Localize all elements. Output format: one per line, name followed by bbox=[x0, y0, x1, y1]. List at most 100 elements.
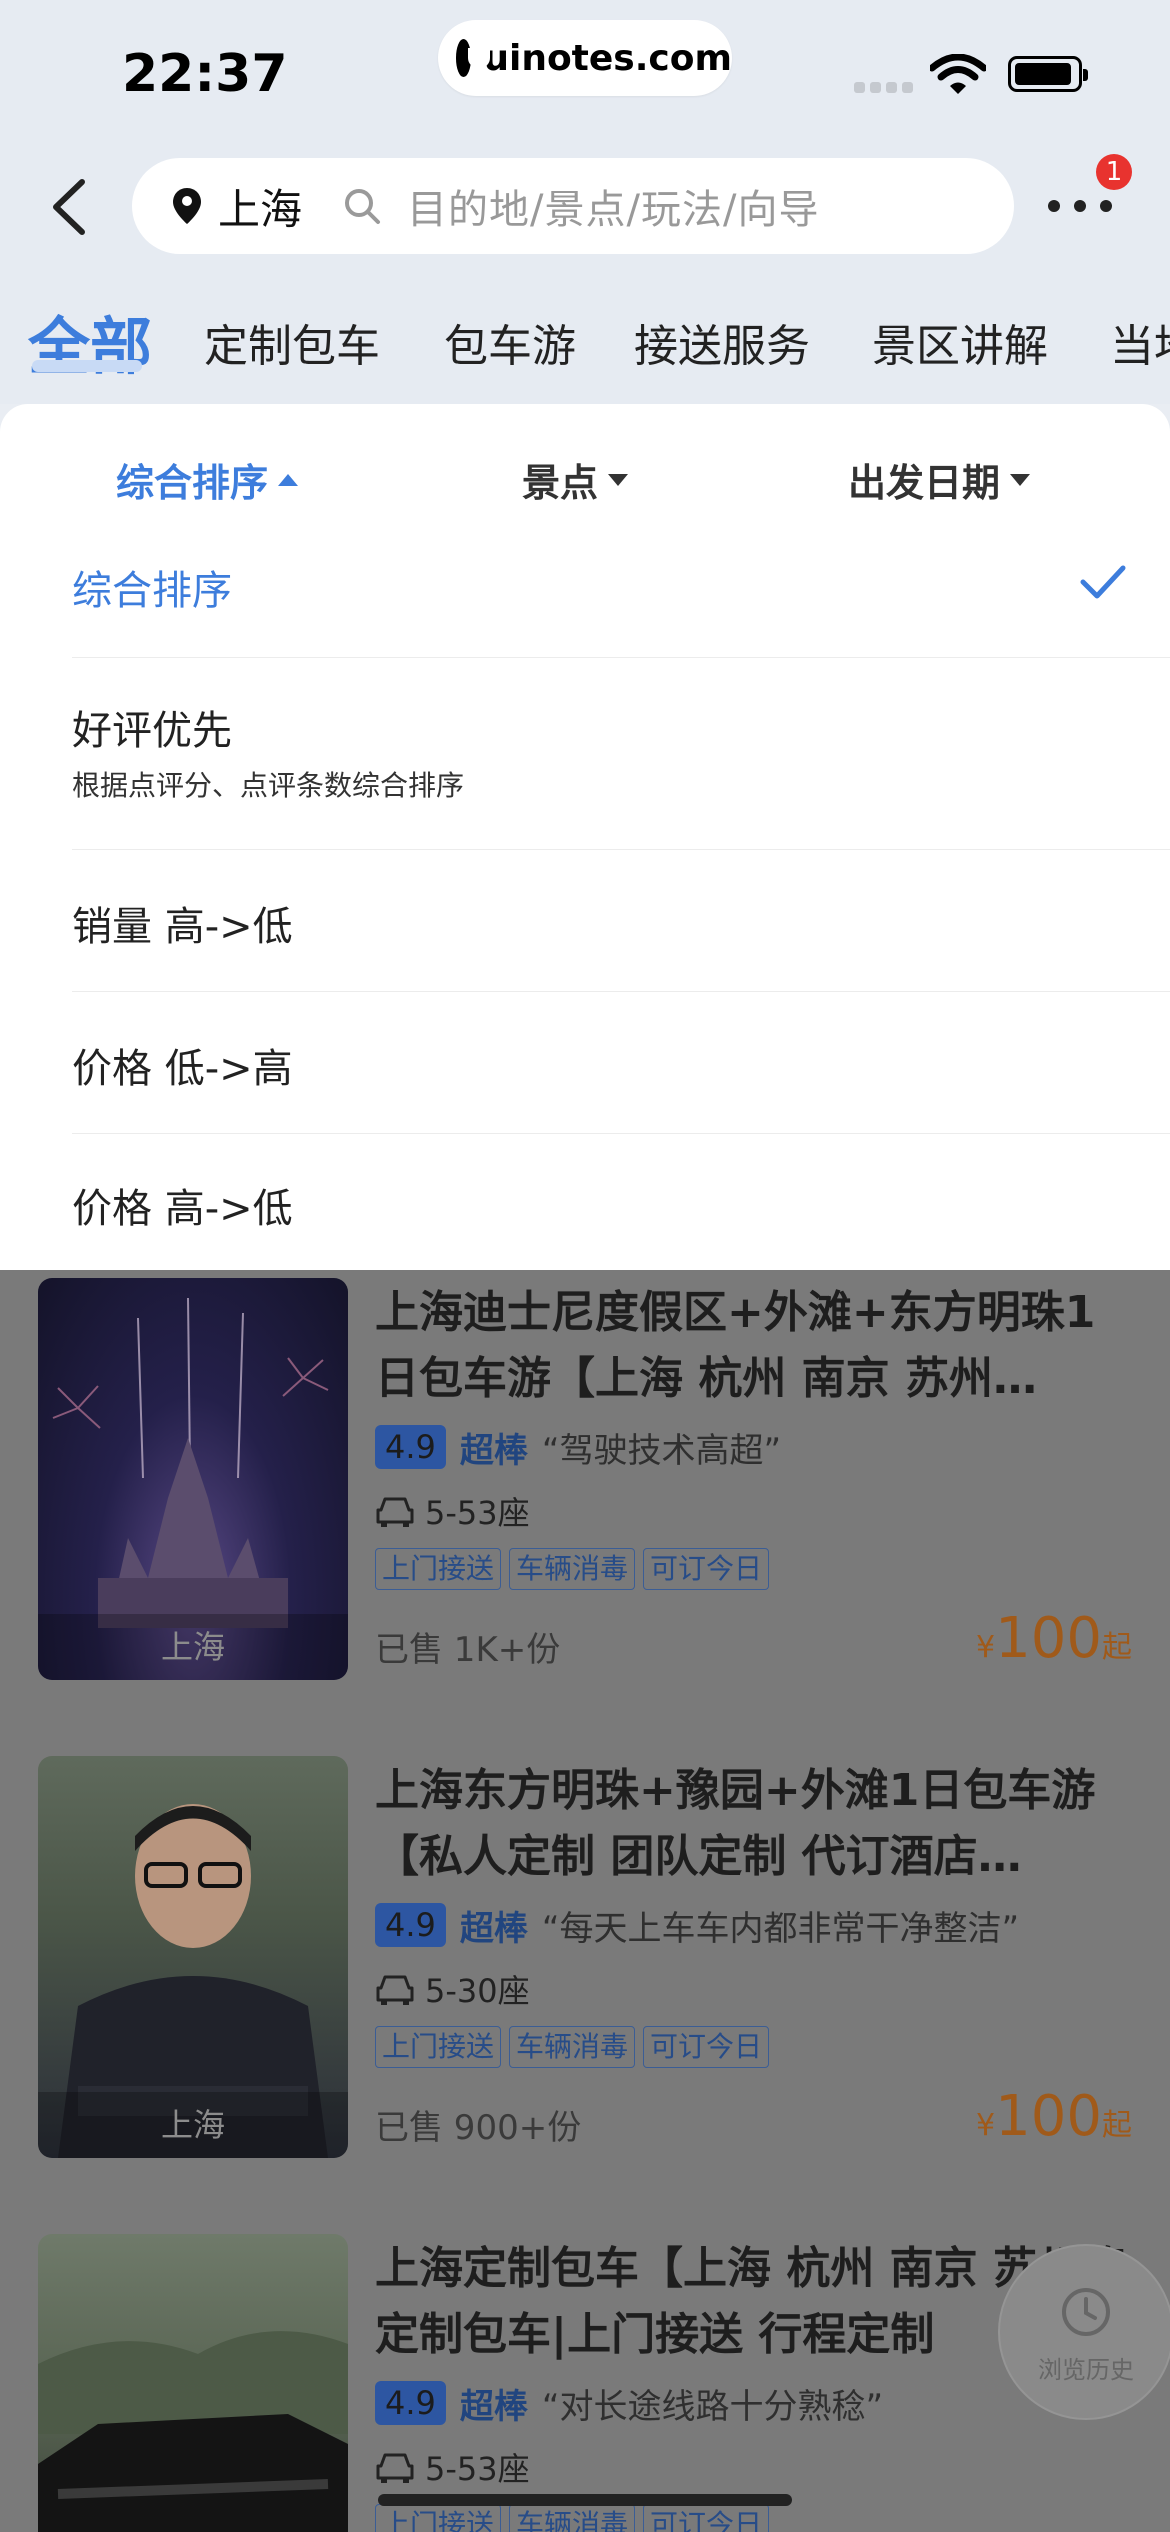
tags-row: 上门接送 车辆消毒 可订今日 bbox=[375, 1548, 777, 1590]
caret-down-icon bbox=[1010, 473, 1031, 486]
tag: 可订今日 bbox=[643, 1548, 770, 1590]
product-title[interactable]: 上海东方明珠+豫园+外滩1日包车游【私人定制 团队定制 代订酒店… bbox=[375, 1758, 1135, 1890]
tag: 车辆消毒 bbox=[509, 2504, 636, 2532]
price: ¥100起 bbox=[976, 1606, 1132, 1671]
rating-row: 4.9 超棒 “对长途线路十分熟稔” bbox=[375, 2380, 884, 2427]
active-tab-indicator bbox=[32, 360, 142, 372]
sort-option-label: 价格 低->高 bbox=[72, 1046, 293, 1092]
tab-scenic-guide[interactable]: 景区讲解 bbox=[872, 310, 1048, 374]
url-pill: uinotes.com bbox=[438, 20, 732, 96]
sort-option-label: 销量 高->低 bbox=[72, 904, 293, 950]
battery-icon bbox=[1008, 56, 1088, 92]
filter-tab-label: 综合排序 bbox=[116, 461, 269, 505]
seat-count: 5-53座 bbox=[425, 2450, 530, 2488]
sort-option-description: 根据点评分、点评条数综合排序 bbox=[72, 769, 465, 802]
score-badge: 4.9 bbox=[375, 2381, 446, 2425]
search-input[interactable]: 目的地/景点/玩法/向导 bbox=[407, 177, 819, 235]
tab-transfer[interactable]: 接送服务 bbox=[634, 310, 810, 374]
filter-tab-sort[interactable]: 综合排序 bbox=[116, 452, 299, 507]
tab-local[interactable]: 当地 bbox=[1110, 310, 1170, 374]
sort-option-label: 好评优先 bbox=[72, 708, 232, 754]
product-title[interactable]: 上海迪士尼度假区+外滩+东方明珠1日包车游【上海 杭州 南京 苏州… bbox=[375, 1280, 1135, 1412]
tag: 可订今日 bbox=[643, 2026, 770, 2068]
tag: 可订今日 bbox=[643, 2504, 770, 2532]
city-selector[interactable]: 上海 bbox=[218, 176, 302, 237]
score-badge: 4.9 bbox=[375, 1903, 446, 1947]
product-image: 上海 bbox=[38, 1278, 348, 1680]
location-pin-icon bbox=[173, 188, 201, 224]
car-icon bbox=[376, 1497, 414, 1527]
rating-text: 超棒 bbox=[459, 1430, 528, 1471]
seat-count: 5-30座 bbox=[425, 1972, 530, 2010]
signal-icon bbox=[902, 82, 913, 93]
sold-count: 已售 900+份 bbox=[375, 2108, 582, 2148]
rating-row: 4.9 超棒 “驾驶技术高超” bbox=[375, 1424, 782, 1471]
rating-text: 超棒 bbox=[459, 1908, 528, 1949]
clock-icon bbox=[1062, 2288, 1110, 2336]
url-text: uinotes.com bbox=[483, 37, 732, 79]
sort-option-price-desc[interactable]: 价格 高->低 bbox=[72, 1134, 1170, 1270]
wifi-icon bbox=[930, 54, 986, 94]
car-icon bbox=[376, 2453, 414, 2483]
image-caption: 上海 bbox=[38, 2092, 348, 2158]
review-quote: “驾驶技术高超” bbox=[541, 1430, 782, 1471]
score-badge: 4.9 bbox=[375, 1425, 446, 1469]
uinotes-logo-icon bbox=[456, 39, 491, 77]
tag: 上门接送 bbox=[375, 2026, 502, 2068]
sort-option-price-asc[interactable]: 价格 低->高 bbox=[72, 992, 1170, 1134]
currency: ¥ bbox=[976, 1630, 996, 1665]
filter-tab-label: 景点 bbox=[522, 461, 599, 505]
tab-all[interactable]: 全部 bbox=[28, 296, 152, 386]
signal-icon bbox=[854, 82, 865, 93]
notification-badge: 1 bbox=[1096, 154, 1132, 190]
sort-option-sales-desc[interactable]: 销量 高->低 bbox=[72, 850, 1170, 992]
car-photo-image bbox=[38, 2331, 348, 2532]
filter-tab-departure-date[interactable]: 出发日期 bbox=[848, 452, 1031, 507]
category-tab-bar: 全部 定制包车 包车游 接送服务 景区讲解 当地 bbox=[0, 264, 1170, 404]
signal-icon bbox=[870, 82, 881, 93]
price-value: 100 bbox=[995, 1606, 1102, 1671]
history-label: 浏览历史 bbox=[1038, 2356, 1134, 2384]
rating-text: 超棒 bbox=[459, 2386, 528, 2427]
image-caption: 上海 bbox=[38, 1614, 348, 1680]
browse-history-button[interactable]: 浏览历史 bbox=[998, 2244, 1170, 2420]
price-value: 100 bbox=[995, 2084, 1102, 2149]
tag: 上门接送 bbox=[375, 1548, 502, 1590]
product-image bbox=[38, 2234, 348, 2532]
product-image: 上海 bbox=[38, 1756, 348, 2158]
more-icon[interactable] bbox=[1046, 198, 1114, 214]
review-quote: “对长途线路十分熟稔” bbox=[541, 2386, 884, 2427]
status-time: 22:37 bbox=[122, 44, 288, 104]
search-icon bbox=[345, 189, 381, 224]
tags-row: 上门接送 车辆消毒 可订今日 bbox=[375, 2026, 777, 2068]
sold-count: 已售 1K+份 bbox=[375, 1630, 561, 1670]
caret-up-icon bbox=[278, 473, 299, 486]
currency: ¥ bbox=[976, 2108, 996, 2143]
sort-dropdown-panel: 综合排序 景点 出发日期 综合排序 好评优先 根据点评分、点评条数综合排序 销量… bbox=[0, 404, 1170, 1270]
back-arrow-icon[interactable] bbox=[46, 178, 92, 236]
price-suffix: 起 bbox=[1102, 2108, 1132, 2143]
filter-tab-label: 出发日期 bbox=[848, 461, 1001, 505]
sort-option-label: 价格 高->低 bbox=[72, 1186, 293, 1232]
tab-custom-charter[interactable]: 定制包车 bbox=[204, 310, 380, 374]
search-bar[interactable]: 上海 目的地/景点/玩法/向导 bbox=[132, 158, 1014, 254]
price: ¥100起 bbox=[976, 2084, 1132, 2149]
check-icon bbox=[1080, 565, 1126, 599]
seat-count: 5-53座 bbox=[425, 1494, 530, 1532]
rating-row: 4.9 超棒 “每天上车车内都非常干净整洁” bbox=[375, 1902, 1020, 1949]
sort-option-default[interactable]: 综合排序 bbox=[72, 538, 1170, 658]
product-list: 上海 上海迪士尼度假区+外滩+东方明珠1日包车游【上海 杭州 南京 苏州… 4.… bbox=[0, 1270, 1170, 2532]
tags-row: 上门接送 车辆消毒 可订今日 bbox=[375, 2504, 777, 2532]
seat-row: 5-53座 bbox=[375, 1488, 530, 1534]
car-icon bbox=[376, 1975, 414, 2005]
filter-tab-attractions[interactable]: 景点 bbox=[522, 452, 629, 507]
price-suffix: 起 bbox=[1102, 1630, 1132, 1665]
sort-option-label: 综合排序 bbox=[72, 568, 232, 614]
tag: 车辆消毒 bbox=[509, 2026, 636, 2068]
review-quote: “每天上车车内都非常干净整洁” bbox=[541, 1908, 1020, 1949]
tag: 上门接送 bbox=[375, 2504, 502, 2532]
sort-option-top-rated[interactable]: 好评优先 根据点评分、点评条数综合排序 bbox=[72, 658, 1170, 850]
seat-row: 5-30座 bbox=[375, 1966, 530, 2012]
tab-charter-tour[interactable]: 包车游 bbox=[444, 310, 576, 374]
seat-row: 5-53座 bbox=[375, 2444, 530, 2490]
